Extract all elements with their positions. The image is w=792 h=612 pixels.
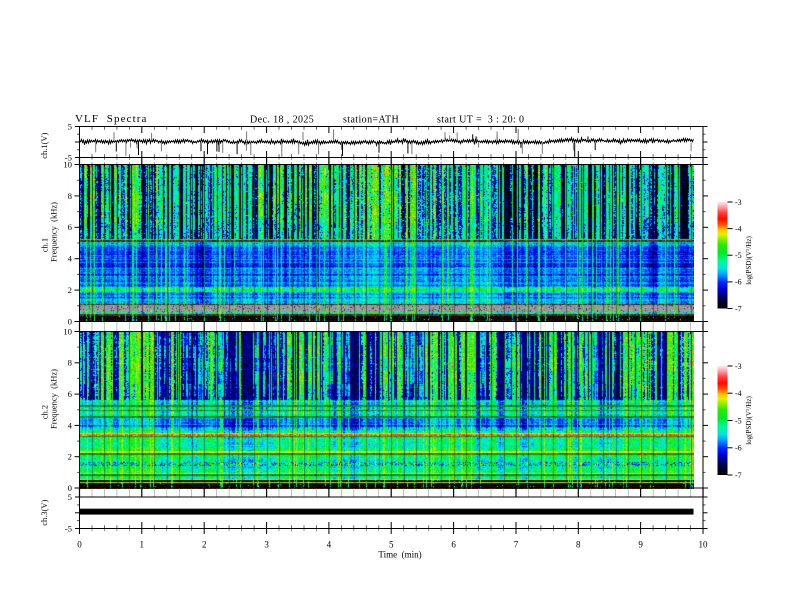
svg-text:10: 10 [63,159,72,169]
svg-text:-5: -5 [65,523,72,533]
svg-text:Frequency (kHz): Frequency (kHz) [49,202,59,262]
svg-text:-3: -3 [735,362,742,371]
svg-text:4: 4 [68,420,73,430]
svg-text:Frequency (kHz): Frequency (kHz) [49,369,59,429]
svg-text:4: 4 [68,254,73,264]
svg-text:5: 5 [68,121,72,131]
svg-text:8: 8 [68,358,73,368]
svg-text:5: 5 [389,540,394,550]
svg-text:8: 8 [576,540,581,550]
svg-text:-6: -6 [735,278,742,287]
svg-text:1: 1 [140,540,145,550]
svg-text:VLF Spectra: VLF Spectra [75,113,147,125]
svg-text:10: 10 [63,326,72,336]
svg-text:2: 2 [202,540,207,550]
svg-text:10: 10 [699,540,709,550]
svg-text:ch.3(V): ch.3(V) [39,499,49,525]
svg-text:-7: -7 [735,304,742,313]
svg-text:0: 0 [68,316,73,326]
svg-text:5: 5 [68,492,72,502]
svg-text:6: 6 [68,222,73,232]
svg-text:3: 3 [264,540,269,550]
svg-text:-5: -5 [735,251,742,260]
svg-text:0: 0 [77,540,82,550]
svg-text:log(PSD)(V2/Hz): log(PSD)(V2/Hz) [745,396,753,445]
svg-text:6: 6 [68,389,73,399]
svg-text:-4: -4 [735,389,742,398]
svg-text:Dec. 18 , 2025: Dec. 18 , 2025 [250,115,314,126]
svg-text:-7: -7 [735,471,742,480]
svg-text:start UT = 3 : 20: 0: start UT = 3 : 20: 0 [437,115,524,126]
svg-text:8: 8 [68,191,73,201]
svg-text:log(PSD)(V2/Hz): log(PSD)(V2/Hz) [745,236,753,285]
svg-text:ch.1(V): ch.1(V) [39,132,49,158]
svg-text:4: 4 [327,540,332,550]
svg-text:-3: -3 [735,198,742,207]
svg-text:-4: -4 [735,224,742,233]
svg-text:9: 9 [638,540,643,550]
svg-text:-5: -5 [735,416,742,425]
svg-text:-6: -6 [735,444,742,453]
svg-text:Time (min): Time (min) [378,550,421,560]
svg-text:2: 2 [68,285,72,295]
svg-text:7: 7 [514,540,519,550]
svg-text:2: 2 [68,452,72,462]
svg-text:6: 6 [451,540,456,550]
svg-text:station=ATH: station=ATH [343,115,399,126]
